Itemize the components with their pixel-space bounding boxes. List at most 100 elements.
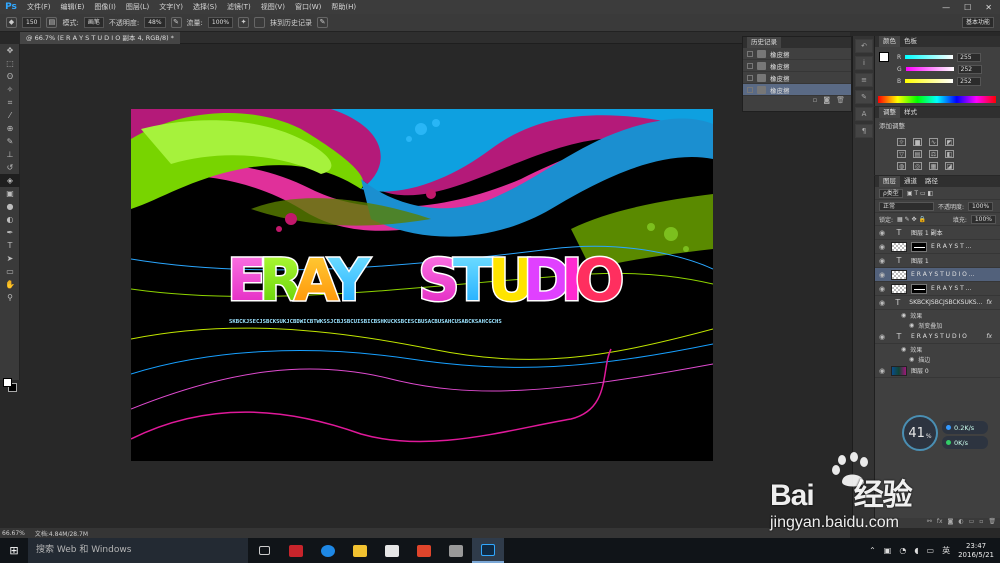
character-dock-icon[interactable]: A <box>855 107 873 121</box>
minimize-button[interactable]: — <box>942 3 950 12</box>
workspace-select[interactable]: 基本功能 <box>961 17 994 28</box>
chevron-up-icon[interactable]: ⌃ <box>869 546 876 555</box>
pressure-size-icon[interactable]: ✎ <box>317 17 329 28</box>
layer-row[interactable]: ◉ T E R A Y S T U D I O fx <box>875 330 1000 344</box>
tab-swatches[interactable]: 色板 <box>900 36 921 47</box>
tab-paths[interactable]: 路径 <box>921 176 942 187</box>
clock[interactable]: 23:47 2016/5/21 <box>958 542 994 560</box>
move-tool-icon[interactable]: ✥ <box>0 44 20 57</box>
eye-icon[interactable]: ◉ <box>901 346 906 353</box>
layer-row[interactable]: ◉ T 图层 1 <box>875 254 1000 268</box>
brush-size-picker[interactable]: 150 <box>22 17 42 28</box>
menu-filter[interactable]: 滤镜(T) <box>222 2 256 12</box>
eye-icon[interactable]: ◉ <box>909 356 914 363</box>
lock-icons[interactable]: ▦ ✎ ✥ 🔒 <box>897 216 926 223</box>
type-tool-icon[interactable]: T <box>0 239 20 252</box>
channel-value[interactable]: 255 <box>957 52 982 62</box>
layer-opacity-field[interactable]: 100% <box>968 201 994 211</box>
tab-channels[interactable]: 通道 <box>900 176 921 187</box>
layer-effects-row[interactable]: ◉ 效果 <box>875 344 1000 354</box>
layer-row[interactable]: ◉ E R A Y S T ... <box>875 282 1000 296</box>
history-checkbox[interactable] <box>747 86 753 93</box>
paragraph-dock-icon[interactable]: ¶ <box>855 124 873 138</box>
document-canvas[interactable]: E R A Y S T U D I O SKBCKJSECJSBCKSUKJCB… <box>131 109 713 461</box>
channel-slider[interactable] <box>905 67 954 71</box>
camera-icon[interactable]: ◙ <box>823 96 830 106</box>
layer-row[interactable]: ◉ T 图层 1 副本 <box>875 226 1000 240</box>
eye-icon[interactable]: ◉ <box>879 271 887 279</box>
zoom-tool-icon[interactable]: ⚲ <box>0 291 20 304</box>
layer-row-selected[interactable]: ◉ E R A Y S T U D I O ... <box>875 268 1000 282</box>
properties-dock-icon[interactable]: ≡ <box>855 73 873 87</box>
fill-field[interactable]: 100% <box>970 214 996 224</box>
exposure-icon[interactable]: ◩ <box>945 138 954 146</box>
windows-start-icon[interactable]: ⊞ <box>0 538 28 563</box>
pen-tool-icon[interactable]: ✒ <box>0 226 20 239</box>
network-speed-widget[interactable]: 41% 0.2K/s 0K/s <box>902 415 992 455</box>
reader-app-icon[interactable] <box>280 538 312 563</box>
menu-view[interactable]: 视图(V) <box>256 2 290 12</box>
eye-icon[interactable]: ◉ <box>879 229 887 237</box>
layer-mask-thumbnail[interactable] <box>911 283 927 294</box>
eraser-tool-icon[interactable]: ◈ <box>0 174 20 187</box>
channel-value[interactable]: 252 <box>957 64 982 74</box>
eye-icon[interactable]: ◉ <box>879 299 886 307</box>
history-panel-title[interactable]: 历史记录 <box>747 37 781 48</box>
eraser-tool-preset-icon[interactable]: ◆ <box>6 17 17 28</box>
color-balance-icon[interactable]: ⚖ <box>929 150 938 158</box>
invert-icon[interactable]: ◪ <box>945 162 954 170</box>
shape-tool-icon[interactable]: ▭ <box>0 265 20 278</box>
eye-icon[interactable]: ◉ <box>879 367 887 375</box>
history-checkbox[interactable] <box>747 62 753 69</box>
maximize-button[interactable]: ☐ <box>964 3 971 12</box>
ime-indicator[interactable]: 英 <box>942 545 950 556</box>
color-lookup-icon[interactable]: ▦ <box>929 162 938 170</box>
erase-history-checkbox[interactable] <box>254 17 266 28</box>
edge-browser-icon[interactable] <box>312 538 344 563</box>
network-icon[interactable]: ◔ <box>899 546 906 555</box>
channel-slider[interactable] <box>905 79 954 83</box>
trash-icon[interactable]: 🗑 <box>836 96 845 106</box>
history-item[interactable]: 橡皮擦 <box>743 60 851 72</box>
eye-icon[interactable]: ◉ <box>879 285 887 293</box>
photo-filter-icon[interactable]: ◍ <box>897 162 906 170</box>
history-checkbox[interactable] <box>747 50 753 57</box>
history-item[interactable]: 橡皮擦 <box>743 72 851 84</box>
tray-app-icon[interactable]: ▣ <box>884 546 892 555</box>
image-viewer-icon[interactable] <box>440 538 472 563</box>
eye-icon[interactable]: ◉ <box>879 333 887 341</box>
layer-effect-item[interactable]: ◉ 描边 <box>875 354 1000 364</box>
hue-icon[interactable]: ▤ <box>913 150 922 158</box>
healing-tool-icon[interactable]: ⊕ <box>0 122 20 135</box>
menu-file[interactable]: 文件(F) <box>22 2 56 12</box>
fg-color-chip[interactable] <box>879 52 889 62</box>
curves-icon[interactable]: ∿ <box>929 138 938 146</box>
close-button[interactable]: ✕ <box>985 3 992 12</box>
layer-row[interactable]: ◉ T SKBCKJSBCJSBCKSUKS... fx <box>875 296 1000 310</box>
history-checkbox[interactable] <box>747 74 753 81</box>
eye-icon[interactable]: ◉ <box>879 257 887 265</box>
tab-adjustments[interactable]: 调整 <box>879 107 900 118</box>
wps-icon[interactable] <box>408 538 440 563</box>
tab-color[interactable]: 颜色 <box>879 36 900 47</box>
menu-help[interactable]: 帮助(H) <box>326 2 361 12</box>
menu-window[interactable]: 窗口(W) <box>290 2 326 12</box>
store-icon[interactable] <box>376 538 408 563</box>
mode-select[interactable]: 画笔 <box>83 17 104 28</box>
task-view-icon[interactable] <box>248 538 280 563</box>
menu-type[interactable]: 文字(Y) <box>154 2 188 12</box>
layer-row[interactable]: ◉ E R A Y S T ... <box>875 240 1000 254</box>
gradient-tool-icon[interactable]: ▣ <box>0 187 20 200</box>
taskbar-search[interactable]: 搜索 Web 和 Windows <box>28 538 248 563</box>
tab-layers[interactable]: 图层 <box>879 176 900 187</box>
history-item[interactable]: 橡皮擦 <box>743 48 851 60</box>
file-explorer-icon[interactable] <box>344 538 376 563</box>
brush-tool-icon[interactable]: ✎ <box>0 135 20 148</box>
flow-field[interactable]: 100% <box>207 17 234 28</box>
crop-tool-icon[interactable]: ⌗ <box>0 96 20 109</box>
pressure-opacity-icon[interactable]: ✎ <box>170 17 182 28</box>
black-white-icon[interactable]: ◧ <box>945 150 954 158</box>
menu-layer[interactable]: 图层(L) <box>121 2 154 12</box>
layer-mask-thumbnail[interactable] <box>911 241 927 252</box>
message-icon[interactable]: ▭ <box>927 546 935 555</box>
